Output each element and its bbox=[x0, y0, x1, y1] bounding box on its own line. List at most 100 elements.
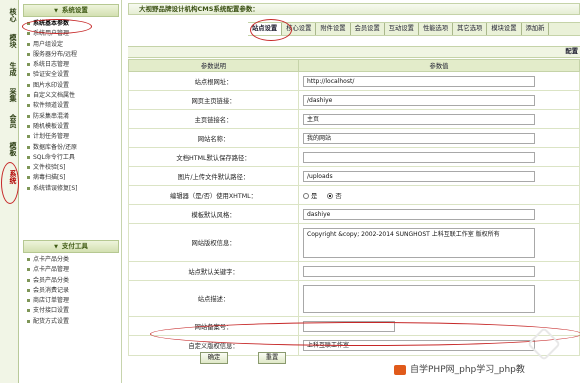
menu-item-card-products[interactable]: 点卡产品管理 bbox=[21, 265, 121, 275]
menu-item-system-log[interactable]: 系统日志管理 bbox=[21, 60, 121, 70]
menu-item-member-consumption[interactable]: 会员消费记录 bbox=[21, 286, 121, 296]
settings-tab-row: 站点设置 核心设置 附件设置 会员设置 互动设置 性能选项 其它选项 模块设置 … bbox=[248, 22, 580, 36]
menu-item-servers-remote[interactable]: 服务器分布/远程 bbox=[21, 50, 121, 60]
bullet-icon bbox=[27, 94, 30, 98]
table-row: 编辑器（是/否）使用XHTML： 是 否 bbox=[128, 185, 580, 205]
bullet-icon bbox=[27, 299, 30, 303]
site-keywords-input[interactable] bbox=[303, 265, 535, 277]
module-tab-generate[interactable]: 生成 bbox=[2, 62, 17, 76]
menu-item-sql-tool[interactable]: SQL命令行工具 bbox=[21, 153, 121, 163]
tab-member-settings[interactable]: 会员设置 bbox=[351, 23, 385, 35]
menu-item-software-channel[interactable]: 软件频道设置 bbox=[21, 101, 121, 111]
menu-item-db-backup[interactable]: 数据库备份/还原 bbox=[21, 143, 121, 153]
menu-item-label: 随机模板设置 bbox=[33, 122, 70, 130]
copyright-textarea[interactable]: Copyright &copy; 2002-2014 SUNGHOST 上科互联… bbox=[303, 227, 535, 258]
bullet-icon bbox=[27, 32, 30, 36]
menu-item-shop-orders[interactable]: 商店订单管理 bbox=[21, 296, 121, 306]
table-row: 网页主页链接： /dashiye bbox=[128, 90, 580, 110]
bullet-icon bbox=[27, 319, 30, 323]
xhtml-yes-option[interactable]: 是 bbox=[303, 191, 317, 200]
menu-item-label: 病毒扫描[S] bbox=[33, 174, 66, 182]
menu-item-custom-doc-attrs[interactable]: 自定义文档属性 bbox=[21, 91, 121, 101]
bullet-icon bbox=[27, 104, 30, 108]
menu-item-label: 验证安全设置 bbox=[33, 71, 70, 79]
watermark-text: 自学PHP网_php学习_php教 bbox=[410, 365, 525, 375]
menu-item-virus-scan[interactable]: 病毒扫描[S] bbox=[21, 173, 121, 183]
module-tab-core[interactable]: 核心 bbox=[2, 8, 17, 22]
site-description-textarea[interactable] bbox=[303, 284, 535, 313]
bullet-icon bbox=[27, 278, 30, 282]
watermark-logo-icon bbox=[394, 365, 406, 375]
site-root-url-input[interactable]: http://localhost/ bbox=[303, 75, 535, 87]
menu-item-label: 用户组设定 bbox=[33, 40, 64, 48]
menu-item-user-groups[interactable]: 用户组设定 bbox=[21, 40, 121, 50]
sidebar-menu: ▼ 系统设置 系统基本参数 系统用户管理 用户组设定 服务器分布/远程 系统日志管… bbox=[21, 0, 122, 383]
upload-path-input[interactable]: /uploads bbox=[303, 170, 535, 182]
reset-button[interactable]: 重置 bbox=[258, 352, 286, 364]
menu-item-file-check[interactable]: 文件校验[S] bbox=[21, 163, 121, 173]
site-name-input[interactable]: 我的网站 bbox=[303, 132, 535, 144]
row-label: 文档HTML默认保存路径： bbox=[128, 147, 299, 167]
table-row: 模板默认风格： dashiye bbox=[128, 204, 580, 224]
row-label: 网站名称： bbox=[128, 128, 299, 148]
menu-item-label: 商店订单管理 bbox=[33, 297, 70, 305]
menu-item-label: 点卡产品管理 bbox=[33, 266, 70, 274]
menu-group-title: 系统设置 bbox=[61, 6, 88, 14]
menu-item-label: 文件校验[S] bbox=[33, 164, 66, 172]
bullet-icon bbox=[27, 124, 30, 128]
homepage-link-input[interactable]: /dashiye bbox=[303, 94, 535, 106]
radio-icon bbox=[303, 192, 309, 199]
menu-group-title: 支付工具 bbox=[61, 242, 88, 250]
menu-item-label: 软件频道设置 bbox=[33, 102, 70, 110]
table-row: 文档HTML默认保存路径： bbox=[128, 147, 580, 167]
menu-group-payment-tools[interactable]: ▼ 支付工具 bbox=[23, 240, 119, 253]
html-save-path-input[interactable] bbox=[303, 151, 535, 163]
bullet-icon bbox=[27, 83, 30, 87]
row-label: 站点根网址： bbox=[128, 71, 299, 91]
tab-module-settings[interactable]: 模块设置 bbox=[487, 23, 522, 35]
bullet-icon bbox=[27, 52, 30, 56]
table-row: 网站版权信息： Copyright &copy; 2002-2014 SUNGH… bbox=[128, 223, 580, 262]
collapse-triangle-icon: ▼ bbox=[54, 8, 58, 14]
template-style-input[interactable]: dashiye bbox=[303, 208, 535, 220]
menu-item-label: SQL命令行工具 bbox=[33, 153, 75, 161]
menu-item-delivery-methods[interactable]: 配货方式设置 bbox=[21, 317, 121, 327]
menu-item-member-product-categories[interactable]: 会员产品分类 bbox=[21, 276, 121, 286]
highlight-oval bbox=[250, 19, 292, 41]
menu-group-system-settings[interactable]: ▼ 系统设置 bbox=[23, 4, 119, 17]
menu-item-watermark[interactable]: 图片水印设置 bbox=[21, 81, 121, 91]
tab-other-options[interactable]: 其它选项 bbox=[453, 23, 488, 35]
tab-performance-options[interactable]: 性能选项 bbox=[419, 23, 454, 35]
module-tab-collect[interactable]: 采集 bbox=[2, 88, 17, 102]
bullet-icon bbox=[27, 186, 30, 190]
confirm-button[interactable]: 确定 bbox=[200, 352, 228, 364]
menu-item-random-template[interactable]: 随机模板设置 bbox=[21, 122, 121, 132]
table-row: 图片/上传文件默认路径： /uploads bbox=[128, 166, 580, 186]
module-tab-templates[interactable]: 模板 bbox=[2, 142, 17, 156]
module-tab-modules[interactable]: 模块 bbox=[2, 34, 17, 48]
homepage-link-name-input[interactable]: 主页 bbox=[303, 113, 535, 125]
menu-item-error-repair[interactable]: 系统错误修复[S] bbox=[21, 184, 121, 194]
menu-item-label: 图片水印设置 bbox=[33, 81, 70, 89]
menu-group-payment: ▼ 支付工具 点卡产品分类 点卡产品管理 会员产品分类 会员消费记录 商店订单管理… bbox=[21, 236, 121, 327]
menu-item-anti-scrape[interactable]: 防采集串混淆 bbox=[21, 112, 121, 122]
menu-item-label: 自定义文档属性 bbox=[33, 92, 76, 100]
menu-item-label: 数据库备份/还原 bbox=[33, 143, 78, 151]
settings-table: 参数说明 参数值 站点根网址： http://localhost/ 网页主页链接… bbox=[128, 59, 580, 356]
config-section-header: 配置 bbox=[128, 46, 580, 58]
menu-item-scheduled-tasks[interactable]: 计划任务管理 bbox=[21, 132, 121, 142]
tab-interaction-settings[interactable]: 互动设置 bbox=[385, 23, 419, 35]
xhtml-no-option[interactable]: 否 bbox=[327, 191, 342, 200]
tab-add-new[interactable]: 添加新 bbox=[522, 23, 550, 35]
tab-attachment-settings[interactable]: 附件设置 bbox=[316, 23, 351, 35]
module-tab-members[interactable]: 会员 bbox=[2, 114, 17, 128]
bullet-icon bbox=[27, 155, 30, 159]
menu-item-label: 系统日志管理 bbox=[33, 61, 70, 69]
menu-item-payment-interface[interactable]: 支付接口设置 bbox=[21, 306, 121, 316]
menu-item-security[interactable]: 验证安全设置 bbox=[21, 70, 121, 80]
bullet-icon bbox=[27, 309, 30, 313]
bullet-icon bbox=[27, 42, 30, 46]
menu-item-card-categories[interactable]: 点卡产品分类 bbox=[21, 255, 121, 265]
menu-item-label: 系统错误修复[S] bbox=[33, 184, 78, 192]
highlight-oval bbox=[150, 322, 580, 346]
